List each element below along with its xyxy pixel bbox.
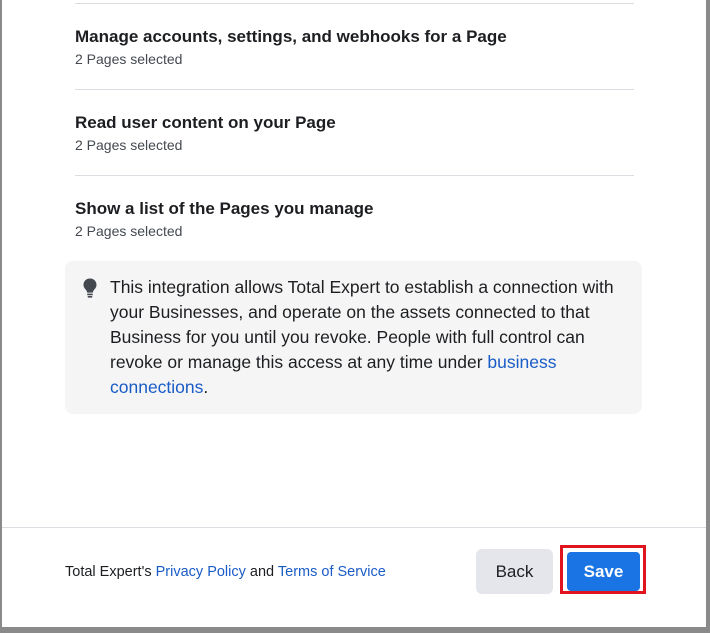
permission-subtitle: 2 Pages selected (75, 137, 183, 153)
permission-title: Manage accounts, settings, and webhooks … (75, 27, 507, 46)
permission-item: Show a list of the Pages you manage 2 Pa… (75, 198, 634, 240)
privacy-policy-link[interactable]: Privacy Policy (156, 564, 246, 580)
permission-title: Read user content on your Page (75, 113, 336, 132)
lightbulb-icon (83, 278, 97, 298)
save-button[interactable]: Save (567, 552, 640, 591)
divider (75, 3, 634, 4)
permission-subtitle: 2 Pages selected (75, 223, 183, 239)
permissions-dialog: Manage accounts, settings, and webhooks … (2, 0, 706, 627)
terms-of-service-link[interactable]: Terms of Service (278, 564, 386, 580)
back-button[interactable]: Back (476, 549, 553, 594)
permission-item: Read user content on your Page 2 Pages s… (75, 112, 634, 154)
info-end: . (203, 377, 209, 397)
footer-legal-text: Total Expert's Privacy Policy and Terms … (65, 563, 386, 581)
divider (75, 175, 634, 176)
info-box: This integration allows Total Expert to … (65, 261, 642, 414)
permission-title: Show a list of the Pages you manage (75, 199, 374, 218)
info-text: This integration allows Total Expert to … (110, 275, 630, 400)
footer-divider (2, 527, 706, 528)
footer-prefix: Total Expert's (65, 564, 156, 580)
permission-item: Manage accounts, settings, and webhooks … (75, 26, 634, 68)
footer-and: and (245, 564, 278, 580)
divider (75, 89, 634, 90)
permission-subtitle: 2 Pages selected (75, 51, 183, 67)
